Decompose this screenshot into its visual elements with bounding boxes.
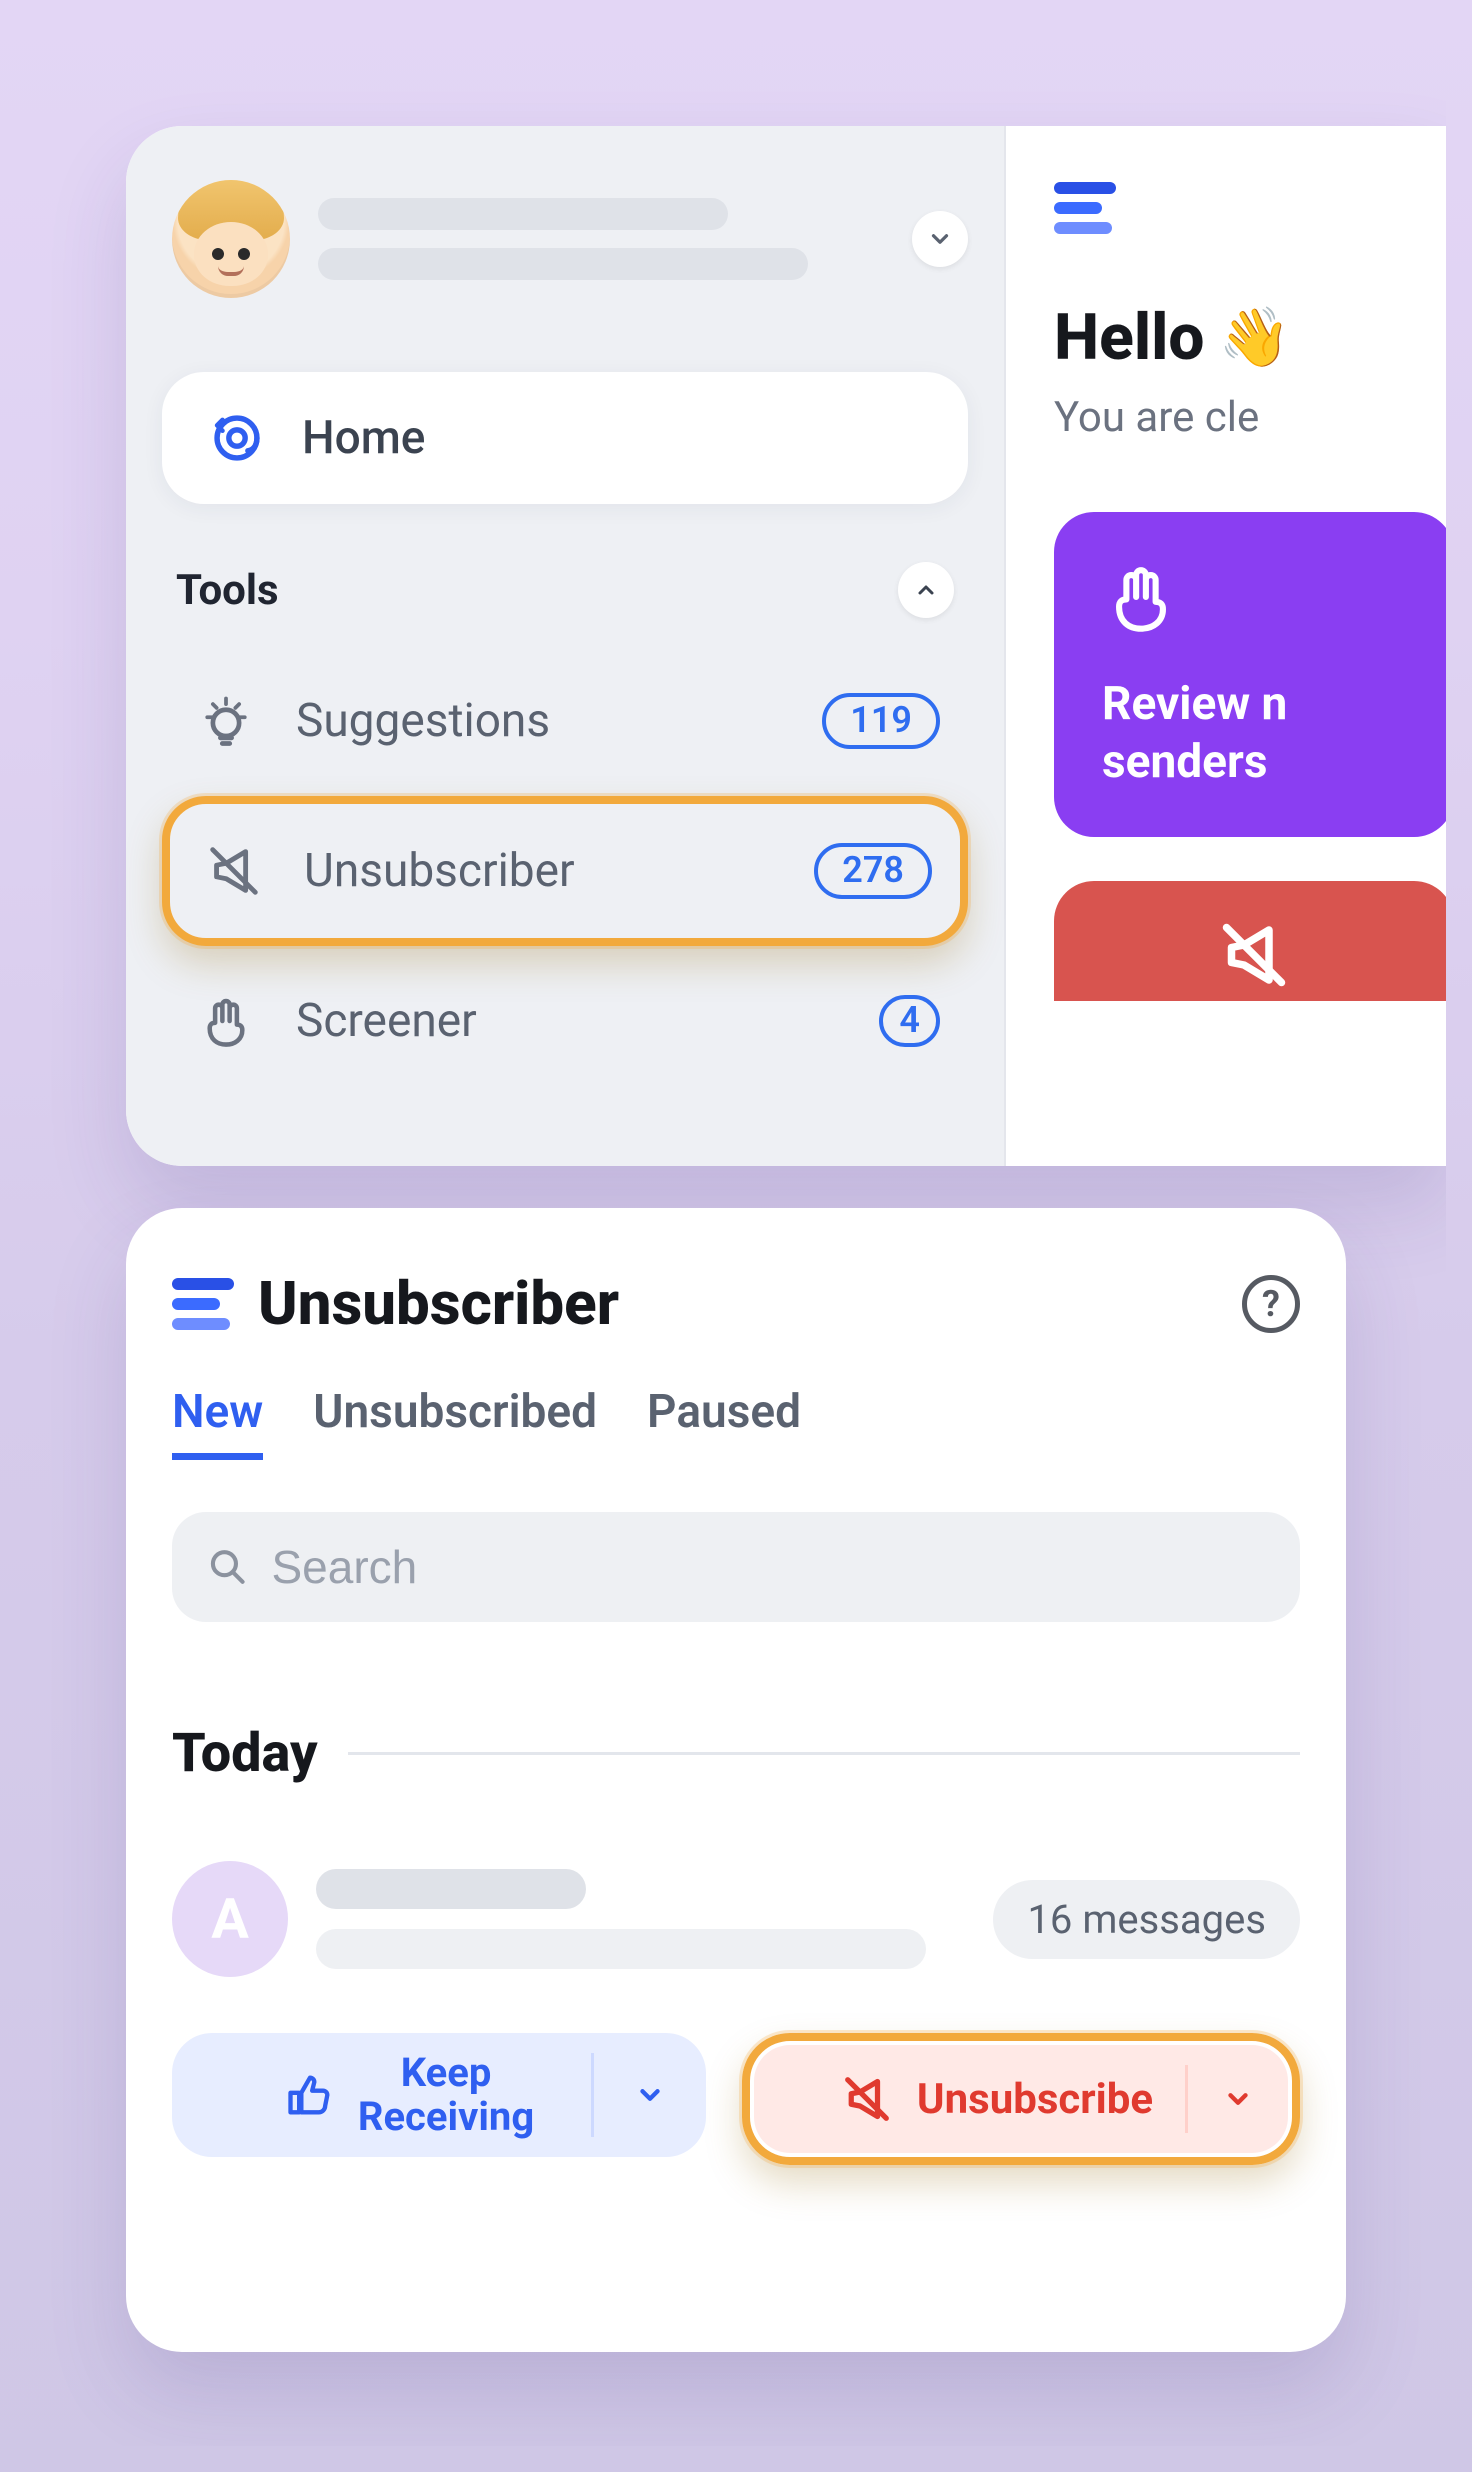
- question-mark-icon: ?: [1262, 1283, 1280, 1325]
- megaphone-off-icon: [839, 2071, 895, 2127]
- screener-badge: 4: [879, 995, 940, 1047]
- review-new-senders-card[interactable]: Review n senders: [1054, 512, 1446, 837]
- sidebar-and-home-panel: Home Tools Suggestions 119: [126, 126, 1446, 1166]
- section-header-today: Today: [172, 1722, 1300, 1785]
- search-icon: [208, 1546, 247, 1588]
- home-label: Home: [302, 411, 425, 465]
- tools-section-header: Tools: [162, 504, 968, 646]
- account-menu-chevron[interactable]: [912, 211, 968, 267]
- keep-line1: Keep: [358, 2051, 534, 2095]
- avatar: [172, 180, 290, 298]
- sidebar-item-screener[interactable]: Screener 4: [162, 946, 968, 1096]
- keep-receiving-menu[interactable]: [594, 2033, 706, 2157]
- unsubscribe-label: Unsubscribe: [917, 2075, 1153, 2124]
- hand-icon: [1102, 558, 1180, 636]
- sidebar-item-home[interactable]: Home: [162, 372, 968, 504]
- today-label: Today: [172, 1722, 318, 1785]
- tab-new[interactable]: New: [172, 1385, 263, 1460]
- unsubscriber-panel: Unsubscriber ? New Unsubscribed Paused T…: [126, 1208, 1346, 2352]
- suggestions-badge: 119: [822, 693, 940, 749]
- chevron-down-icon: [635, 2080, 665, 2110]
- wave-emoji-icon: 👋: [1218, 304, 1290, 372]
- sidebar-item-suggestions[interactable]: Suggestions 119: [162, 646, 968, 796]
- hand-icon: [197, 992, 255, 1050]
- chevron-up-icon: [914, 578, 938, 602]
- help-button[interactable]: ?: [1242, 1275, 1300, 1333]
- sidebar: Home Tools Suggestions 119: [126, 126, 1006, 1166]
- megaphone-off-icon: [203, 840, 265, 902]
- keep-line2: Receiving: [358, 2095, 534, 2139]
- thumbs-up-icon: [284, 2069, 336, 2121]
- unsubscribe-menu[interactable]: [1188, 2045, 1288, 2153]
- brand-logo-icon: [172, 1278, 234, 1330]
- hello-subtitle: You are cle: [1054, 393, 1446, 442]
- hello-heading: Hello 👋: [1054, 300, 1446, 375]
- sender-row[interactable]: A 16 messages: [172, 1861, 1300, 1977]
- unsubscribe-button[interactable]: Unsubscribe: [754, 2045, 1288, 2153]
- profile-name-placeholder: [318, 198, 884, 280]
- keep-receiving-button[interactable]: Keep Receiving: [172, 2033, 706, 2157]
- tools-section-label: Tools: [176, 566, 279, 615]
- search-input[interactable]: [271, 1540, 1264, 1594]
- tab-unsubscribed[interactable]: Unsubscribed: [313, 1385, 597, 1460]
- screener-label: Screener: [296, 994, 845, 1048]
- sender-name-placeholder: [316, 1869, 965, 1969]
- at-home-icon: [208, 409, 266, 467]
- review-card-line1: Review n: [1102, 676, 1406, 734]
- message-count-chip: 16 messages: [993, 1880, 1300, 1959]
- unsubscriber-badge: 278: [814, 843, 932, 899]
- chevron-down-icon: [927, 226, 953, 252]
- sender-avatar: A: [172, 1861, 288, 1977]
- suggestions-label: Suggestions: [296, 694, 788, 748]
- profile-row[interactable]: [162, 180, 968, 298]
- unsubscriber-tabs: New Unsubscribed Paused: [172, 1385, 1300, 1460]
- megaphone-off-icon: [1209, 915, 1299, 995]
- brand-logo-icon: [1054, 182, 1446, 234]
- sidebar-item-unsubscriber[interactable]: Unsubscriber 278: [162, 796, 968, 946]
- home-main-column: Hello 👋 You are cle Review n senders: [1006, 126, 1446, 1166]
- unsubscribe-promo-card[interactable]: [1054, 881, 1446, 1001]
- lightbulb-icon: [196, 691, 256, 751]
- sender-initial: A: [211, 1886, 249, 1952]
- chevron-down-icon: [1223, 2084, 1253, 2114]
- hello-title: Hello: [1054, 300, 1204, 375]
- tools-collapse-button[interactable]: [898, 562, 954, 618]
- action-row: Keep Receiving Unsubscribe: [172, 2033, 1300, 2165]
- review-card-line2: senders: [1102, 734, 1406, 792]
- unsubscriber-title: Unsubscriber: [258, 1268, 1218, 1339]
- search-bar[interactable]: [172, 1512, 1300, 1622]
- unsubscriber-label: Unsubscriber: [304, 844, 780, 898]
- tab-paused[interactable]: Paused: [647, 1385, 801, 1460]
- unsubscribe-highlight: Unsubscribe: [742, 2033, 1300, 2165]
